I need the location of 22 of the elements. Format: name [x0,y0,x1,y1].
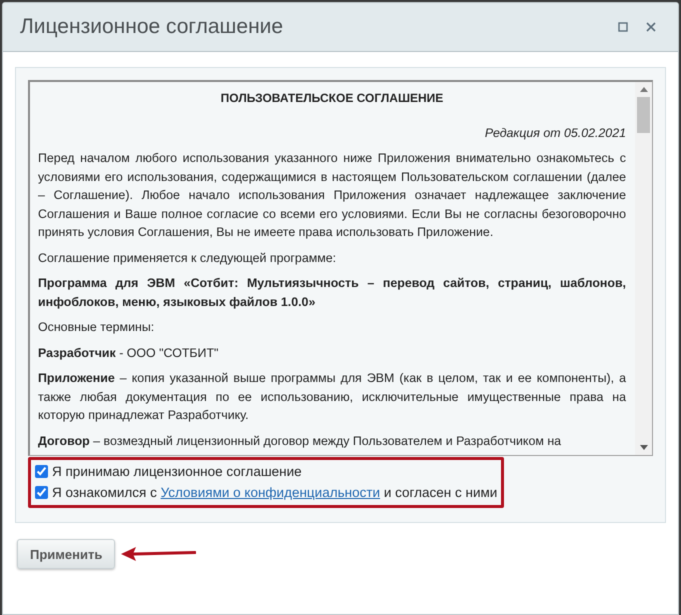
document-paragraph: Договор – возмездный лицензионный договор между Пользователем и Разработчиком на [38,432,562,450]
scrollbar[interactable] [635,82,652,455]
checkbox[interactable] [35,465,48,478]
document-paragraph: Разработчик - ООО "СОТБИТ" [38,344,220,362]
document-paragraph: Основные термины: [38,319,156,336]
document-paragraph: Соглашение применяется к следующей программе: [38,250,338,267]
close-icon[interactable] [646,22,656,32]
scrollbar-thumb[interactable] [637,97,650,133]
maximize-icon[interactable] [618,22,628,32]
edition-date: Редакция от 05.02.2021 [484,124,626,142]
program-name: Программа для ЭВМ «Сотбит: Мультиязычность – перевод сайтов, страниц, шаблонов, инфоблоков, меню, языковых файлов 1.0.0» [38,275,626,311]
privacy-link[interactable]: Условиями о конфиденциальности [160,485,380,500]
scroll-down-icon[interactable] [640,445,648,450]
document-paragraph: Перед началом любого использования указанного ниже Приложения внимательно ознакомьтесь с условиями его использования, содержащимися в настоящем Пользовательском соглашении (далее – Соглашение). Любое начало использования Приложения означает надлежащее заключение Соглашения и Ваше полное согласие со всеми его условиями. Если Вы не согласны безоговорочно принять условия Соглашения, Вы не имеете права использовать Приложение. [38,150,626,241]
window-title: Лицензионное соглашение [20,15,284,39]
document-paragraph: Приложение – копия указанной выше программы для ЭВМ (как в целом, так и ее компоненты), а также любая документация по ее использованию, исключительные имущественные права на которую принадлежат Разработчику. [38,370,626,424]
document-heading: ПОЛЬЗОВАТЕЛЬСКОЕ СОГЛАШЕНИЕ [220,90,444,107]
checkbox-label: Я ознакомился с Условиями о конфиденциальности и согласен с ними [52,485,498,500]
apply-button[interactable]: Применить [17,539,116,569]
checkbox[interactable] [35,486,48,499]
checkbox-label: Я принимаю лицензионное соглашение [52,464,302,479]
scroll-up-icon[interactable] [640,87,648,92]
